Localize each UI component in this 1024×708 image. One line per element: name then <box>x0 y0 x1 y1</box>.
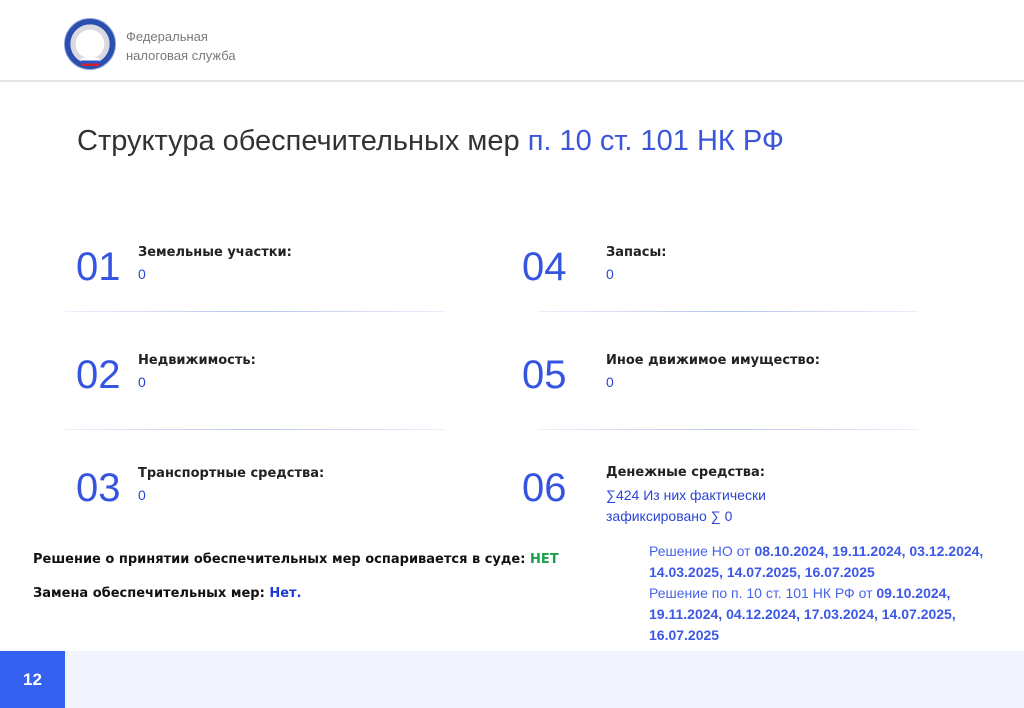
org-name: Федеральная налоговая служба <box>126 27 236 65</box>
divider <box>538 429 918 430</box>
item-value: 0 <box>606 266 614 282</box>
item-number: 06 <box>522 466 567 510</box>
org-name-line2: налоговая служба <box>126 48 236 63</box>
item-label: Денежные средства: <box>606 465 765 480</box>
item-number: 01 <box>76 245 121 289</box>
item-label: Запасы: <box>606 245 667 260</box>
page-number: 12 <box>0 651 65 708</box>
item-number: 05 <box>522 353 567 397</box>
replace-value: Нет. <box>269 586 302 601</box>
replace-label: Замена обеспечительных мер: <box>33 586 270 601</box>
item-value: ∑424 Из них фактически зафиксировано ∑ 0 <box>606 485 766 527</box>
decisions: Решение НО от 08.10.2024, 19.11.2024, 03… <box>649 541 1019 646</box>
item-value-line1: ∑424 Из них фактически <box>606 487 766 503</box>
divider <box>65 311 445 312</box>
court-label: Решение о принятии обеспечительных мер о… <box>33 552 530 567</box>
court-value: НЕТ <box>529 552 559 567</box>
item-value: 0 <box>138 487 146 503</box>
page-title: Структура обеспечительных мер п. 10 ст. … <box>77 125 784 158</box>
fns-emblem-logo <box>64 18 116 70</box>
item-value: 0 <box>138 266 146 282</box>
item-label: Транспортные средства: <box>138 466 325 481</box>
item-label: Иное движимое имущество: <box>606 353 820 368</box>
decision-no-label: Решение НО от <box>649 543 755 559</box>
item-number: 03 <box>76 466 121 510</box>
item-label: Недвижимость: <box>138 353 256 368</box>
org-name-line1: Федеральная <box>126 29 208 44</box>
court-note: Решение о принятии обеспечительных мер о… <box>33 552 559 567</box>
decision-p10-label: Решение по п. 10 ст. 101 НК РФ от <box>649 585 877 601</box>
divider <box>65 429 445 430</box>
item-number: 02 <box>76 353 121 397</box>
item-value: 0 <box>138 374 146 390</box>
item-label: Земельные участки: <box>138 245 292 260</box>
header: Федеральная налоговая служба <box>0 0 1024 82</box>
footer-bar <box>0 651 1024 708</box>
item-number: 04 <box>522 245 567 289</box>
replace-note: Замена обеспечительных мер: Нет. <box>33 586 301 601</box>
item-value: 0 <box>606 374 614 390</box>
title-main: Структура обеспечительных мер <box>77 125 528 157</box>
divider <box>538 311 918 312</box>
item-value-line2: зафиксировано ∑ 0 <box>606 508 733 524</box>
title-highlight: п. 10 ст. 101 НК РФ <box>527 125 784 157</box>
